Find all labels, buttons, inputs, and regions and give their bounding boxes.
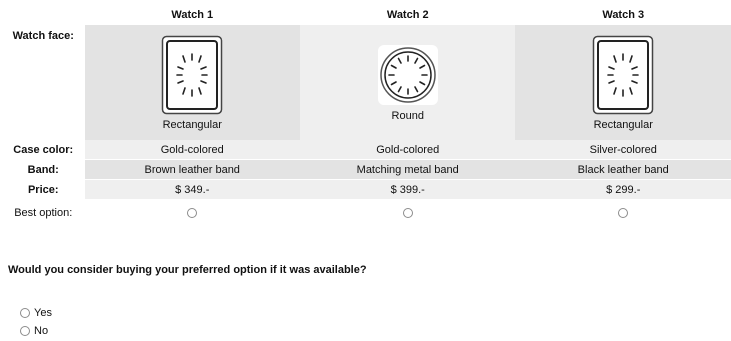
answer-option-no[interactable]: No [20, 322, 52, 340]
answer-label-yes[interactable]: Yes [34, 307, 52, 319]
case-color-cell-3: Silver-colored [515, 140, 731, 160]
best-option-cell-1 [85, 200, 300, 226]
case-color-row: Case color: Gold-colored Gold-colored Si… [6, 140, 731, 160]
row-label-case-color: Case color: [6, 140, 85, 160]
price-cell-2: $ 399.- [299, 179, 516, 200]
row-label-watch-face: Watch face: [12, 30, 74, 42]
price-cell-1: $ 349.- [84, 179, 300, 200]
watch-face-cell-3: Rectangular [515, 25, 731, 140]
best-option-cell-3 [515, 200, 731, 226]
price-cell-3: $ 299.- [515, 179, 731, 200]
header-corner [6, 4, 85, 25]
band-cell-3: Black leather band [515, 159, 731, 180]
rectangular-watch-face-icon [592, 35, 654, 114]
watch-face-label-2: Round [391, 109, 424, 122]
best-option-row: Best option: [6, 200, 731, 226]
band-cell-1: Brown leather band [84, 159, 300, 180]
case-color-cell-1: Gold-colored [84, 140, 300, 160]
comparison-table: Watch 1 Watch 2 Watch 3 Watch face: Rect… [6, 4, 731, 225]
watch-face-label-1: Rectangular [162, 118, 222, 131]
band-cell-2: Matching metal band [299, 159, 516, 180]
case-color-cell-2: Gold-colored [299, 140, 516, 160]
radio-yes[interactable] [20, 308, 30, 318]
answer-label-no[interactable]: No [34, 325, 48, 337]
watch-face-cell-2: Round [299, 25, 516, 140]
row-label-best-option: Best option: [14, 206, 73, 219]
round-watch-face-icon [377, 44, 438, 105]
watch-face-label-3: Rectangular [593, 118, 653, 131]
question-text: Would you consider buying your preferred… [8, 264, 367, 276]
rectangular-watch-face-icon [161, 35, 223, 114]
watch-face-row: Watch face: Rectangular Round Rectangula… [6, 25, 731, 140]
watch-face-cell-1: Rectangular [84, 25, 300, 140]
column-header-watch-2: Watch 2 [386, 8, 429, 21]
band-row: Band: Brown leather band Matching metal … [6, 159, 731, 180]
best-option-radio-watch-3[interactable] [618, 207, 629, 218]
best-option-radio-watch-1[interactable] [187, 207, 198, 218]
answer-options: Yes No [20, 304, 52, 340]
row-label-price: Price: [6, 179, 85, 200]
price-row: Price: $ 349.- $ 399.- $ 299.- [6, 179, 731, 200]
best-option-radio-watch-2[interactable] [402, 207, 413, 218]
answer-option-yes[interactable]: Yes [20, 304, 52, 322]
column-header-watch-3: Watch 3 [602, 8, 645, 21]
header-row: Watch 1 Watch 2 Watch 3 [6, 4, 731, 25]
column-header-watch-1: Watch 1 [171, 8, 214, 21]
radio-no[interactable] [20, 326, 30, 336]
row-label-band: Band: [6, 159, 85, 180]
best-option-cell-2 [300, 200, 515, 226]
